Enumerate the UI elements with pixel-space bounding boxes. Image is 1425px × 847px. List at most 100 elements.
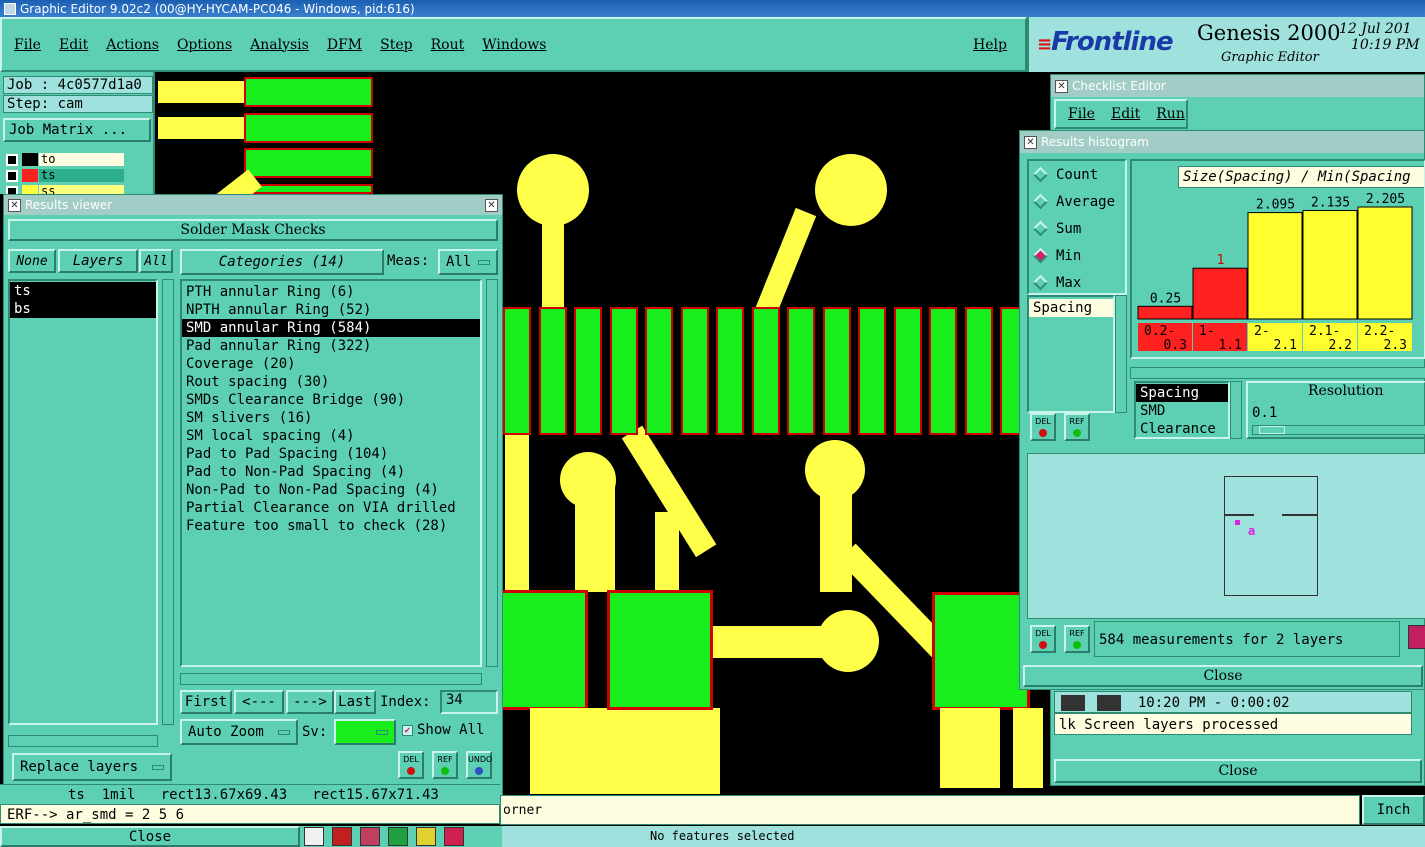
histogram-bar[interactable]: [1192, 267, 1248, 320]
show-all-checkbox[interactable]: ✔ Show All: [402, 722, 484, 738]
checklist-close-button[interactable]: Close: [1054, 759, 1422, 783]
menu-analysis[interactable]: Analysis: [250, 37, 309, 53]
ref-button[interactable]: REF: [432, 751, 458, 779]
checklist-icon[interactable]: [1097, 695, 1122, 711]
index-input[interactable]: 34: [440, 690, 498, 714]
category-list-item[interactable]: Pad to Non-Pad Spacing (4): [182, 463, 480, 481]
tool-icon[interactable]: [332, 827, 352, 846]
layer-list-item[interactable]: bs: [10, 300, 156, 318]
color-icon[interactable]: [1408, 625, 1425, 649]
category-list-item[interactable]: SMDs Clearance Bridge (90): [182, 391, 480, 409]
unit-select[interactable]: Inch: [1362, 795, 1425, 825]
hist-ref-button[interactable]: REF: [1064, 413, 1090, 441]
checklist-menu-file[interactable]: File: [1068, 106, 1095, 122]
menu-options[interactable]: Options: [177, 37, 232, 53]
type-list-item[interactable]: Spacing: [1136, 384, 1228, 402]
menu-rout[interactable]: Rout: [431, 37, 465, 53]
histogram-bar[interactable]: [1302, 210, 1358, 320]
category-list-item[interactable]: NPTH annular Ring (52): [182, 301, 480, 319]
checklist-menu-edit[interactable]: Edit: [1111, 106, 1140, 122]
category-list-item[interactable]: Feature too small to check (28): [182, 517, 480, 535]
category-list-item[interactable]: PTH annular Ring (6): [182, 283, 480, 301]
all-button[interactable]: All: [139, 249, 173, 273]
chart-hscrollbar[interactable]: [1130, 367, 1425, 379]
menu-edit[interactable]: Edit: [59, 37, 88, 53]
command-line[interactable]: orner: [500, 795, 1360, 825]
layer-row[interactable]: to: [6, 152, 124, 167]
histogram-bar[interactable]: [1357, 206, 1413, 320]
category-list-item[interactable]: Coverage (20): [182, 355, 480, 373]
menu-windows[interactable]: Windows: [482, 37, 546, 53]
category-list-hscrollbar[interactable]: [180, 673, 482, 685]
layer-row[interactable]: ts: [6, 168, 124, 183]
replace-layers-select[interactable]: Replace layers: [12, 753, 172, 781]
window-menu-icon[interactable]: ✕: [1055, 79, 1068, 93]
auto-zoom-select[interactable]: Auto Zoom: [180, 719, 298, 745]
close-button[interactable]: Close: [0, 826, 300, 847]
type-list-item[interactable]: SMD: [1136, 402, 1228, 420]
mode-radio-sum[interactable]: Sum: [1029, 215, 1125, 242]
layer-list-box[interactable]: ts bs: [8, 279, 158, 725]
mode-radio-count[interactable]: Count: [1029, 161, 1125, 188]
category-list-item[interactable]: Partial Clearance on VIA drilled: [182, 499, 480, 517]
category-list-item[interactable]: SM local spacing (4): [182, 427, 480, 445]
job-matrix-button[interactable]: Job Matrix ...: [3, 118, 151, 142]
mode-radio-min[interactable]: Min: [1029, 242, 1125, 269]
close-icon[interactable]: ✕: [485, 198, 498, 212]
mode-radio-average[interactable]: Average: [1029, 188, 1125, 215]
histogram-bar[interactable]: [1247, 212, 1303, 320]
checklist-icon[interactable]: [1061, 695, 1085, 711]
prev-button[interactable]: <---: [234, 690, 284, 714]
none-button[interactable]: None: [8, 249, 56, 273]
tool-icon[interactable]: [444, 827, 464, 846]
category-list-item[interactable]: Pad to Pad Spacing (104): [182, 445, 480, 463]
histogram-bar[interactable]: [1137, 305, 1193, 320]
measure-list-box[interactable]: Spacing: [1027, 295, 1115, 413]
window-menu-icon[interactable]: ✕: [8, 198, 21, 212]
slider-thumb[interactable]: [1259, 426, 1285, 434]
menu-dfm[interactable]: DFM: [327, 37, 362, 53]
meas-select[interactable]: All: [438, 249, 498, 275]
checklist-menu-run[interactable]: Run: [1156, 106, 1185, 122]
category-list-item[interactable]: Pad annular Ring (322): [182, 337, 480, 355]
type-list-item[interactable]: Clearance: [1136, 420, 1228, 438]
tool-icon[interactable]: [360, 827, 380, 846]
tool-icon[interactable]: [388, 827, 408, 846]
histogram-close-button[interactable]: Close: [1023, 665, 1423, 687]
category-list-box[interactable]: PTH annular Ring (6) NPTH annular Ring (5…: [180, 279, 482, 667]
window-menu-icon[interactable]: ✕: [1024, 135, 1037, 149]
layer-toggle-icon[interactable]: [6, 153, 18, 166]
del-button[interactable]: DEL: [398, 751, 424, 779]
resolution-slider[interactable]: [1252, 425, 1425, 435]
undo-button[interactable]: UNDO: [466, 751, 492, 779]
category-list-item[interactable]: Non-Pad to Non-Pad Spacing (4): [182, 481, 480, 499]
menu-file[interactable]: File: [14, 37, 41, 53]
category-list-item[interactable]: SM slivers (16): [182, 409, 480, 427]
menu-step[interactable]: Step: [380, 37, 412, 53]
layer-list-item[interactable]: ts: [10, 282, 156, 300]
first-button[interactable]: First: [180, 690, 232, 714]
layer-toggle-icon[interactable]: [6, 169, 18, 182]
layers-button[interactable]: Layers: [58, 249, 138, 273]
category-list-item[interactable]: Rout spacing (30): [182, 373, 480, 391]
measure-list-scrollbar[interactable]: [1115, 295, 1127, 413]
categories-button[interactable]: Categories (14): [180, 249, 384, 275]
measure-list-item[interactable]: Spacing: [1029, 299, 1113, 317]
hist-del-button[interactable]: DEL: [1030, 413, 1056, 441]
last-button[interactable]: Last: [334, 690, 376, 714]
sv-color-select[interactable]: [334, 719, 396, 745]
tool-icon[interactable]: [416, 827, 436, 846]
layer-list-hscrollbar[interactable]: [8, 735, 158, 747]
next-button[interactable]: --->: [286, 690, 334, 714]
help-menu[interactable]: Help: [973, 37, 1007, 53]
preview-del-button[interactable]: DEL: [1030, 625, 1056, 653]
category-list-item[interactable]: SMD annular Ring (584): [182, 319, 480, 337]
preview-ref-button[interactable]: REF: [1064, 625, 1090, 653]
layer-list-scrollbar[interactable]: [162, 279, 174, 725]
type-list-scrollbar[interactable]: [1230, 381, 1242, 439]
category-list-scrollbar[interactable]: [486, 279, 498, 667]
mode-radio-max[interactable]: Max: [1029, 269, 1125, 296]
menu-actions[interactable]: Actions: [106, 37, 159, 53]
type-list-box[interactable]: Spacing SMD Clearance: [1134, 381, 1230, 439]
tool-icon[interactable]: [304, 827, 324, 846]
